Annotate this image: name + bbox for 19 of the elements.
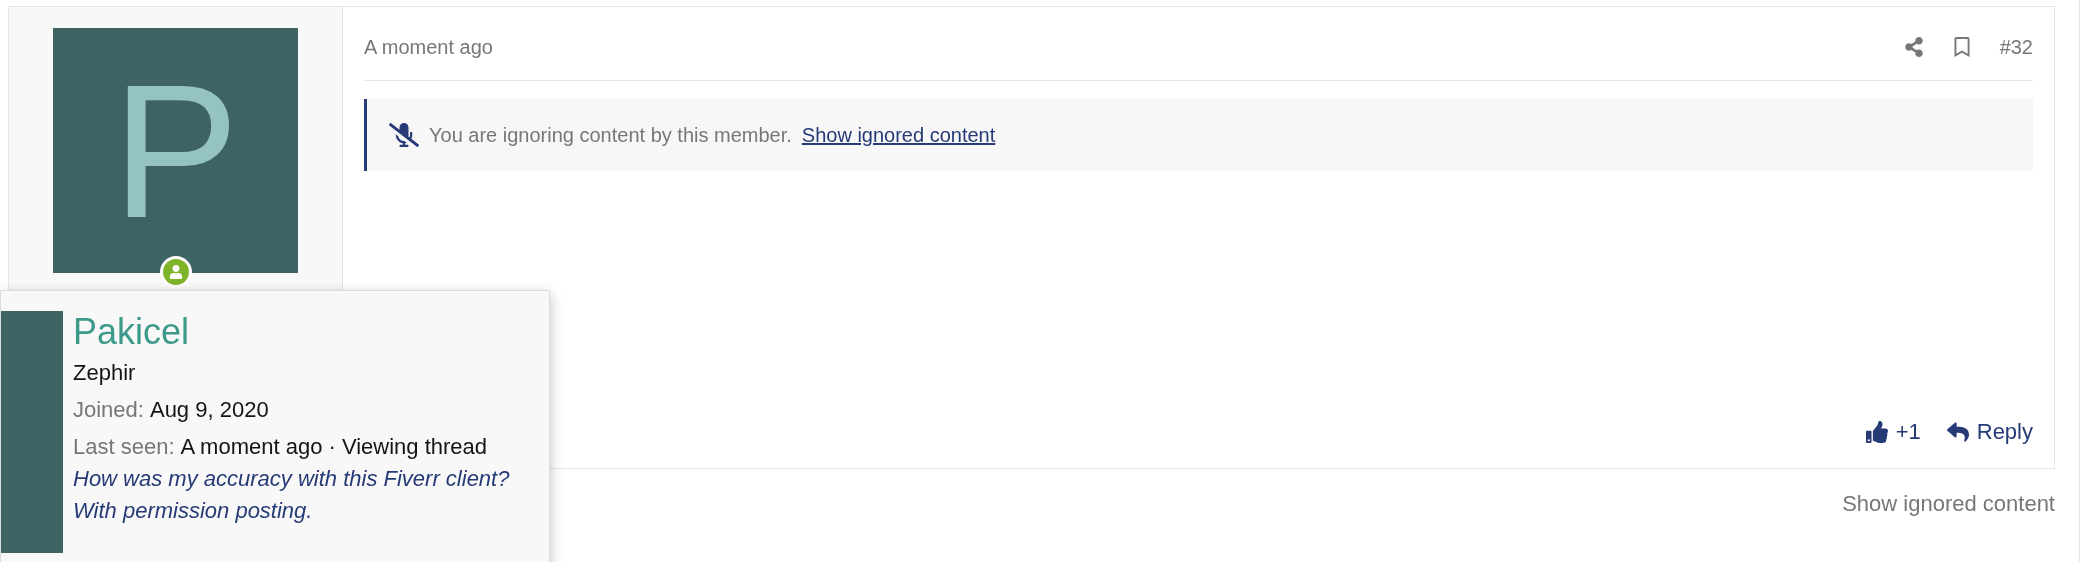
- reply-arrow-icon: [1946, 420, 1969, 443]
- member-name[interactable]: Pakicel: [73, 311, 543, 353]
- stat-value: Aug 9, 2020: [149, 396, 269, 424]
- avatar: P: [53, 28, 298, 273]
- post-time[interactable]: A moment ago: [364, 31, 493, 62]
- post-number[interactable]: #32: [1999, 31, 2033, 62]
- share-icon[interactable]: [1903, 36, 1924, 57]
- member-title: Zephir: [73, 359, 137, 387]
- reply-button[interactable]: Reply: [1946, 415, 2033, 448]
- stat-value: A moment ago · Viewing thread: [180, 433, 488, 461]
- show-ignored-link[interactable]: Show ignored content: [801, 120, 996, 150]
- thumbs-up-icon: [1865, 420, 1888, 443]
- muted-microphone-icon: [389, 120, 419, 150]
- member-signature: How was my accuracy with this Fiverr client? With permission posting.: [73, 465, 511, 525]
- ignored-message: You are ignoring content by this member.: [429, 123, 792, 148]
- like-button[interactable]: +1: [1865, 415, 1921, 448]
- stat-label: Joined:: [73, 396, 144, 424]
- stat-label: Last seen:: [73, 433, 175, 461]
- show-ignored-content-link[interactable]: Show ignored content: [1842, 487, 2055, 520]
